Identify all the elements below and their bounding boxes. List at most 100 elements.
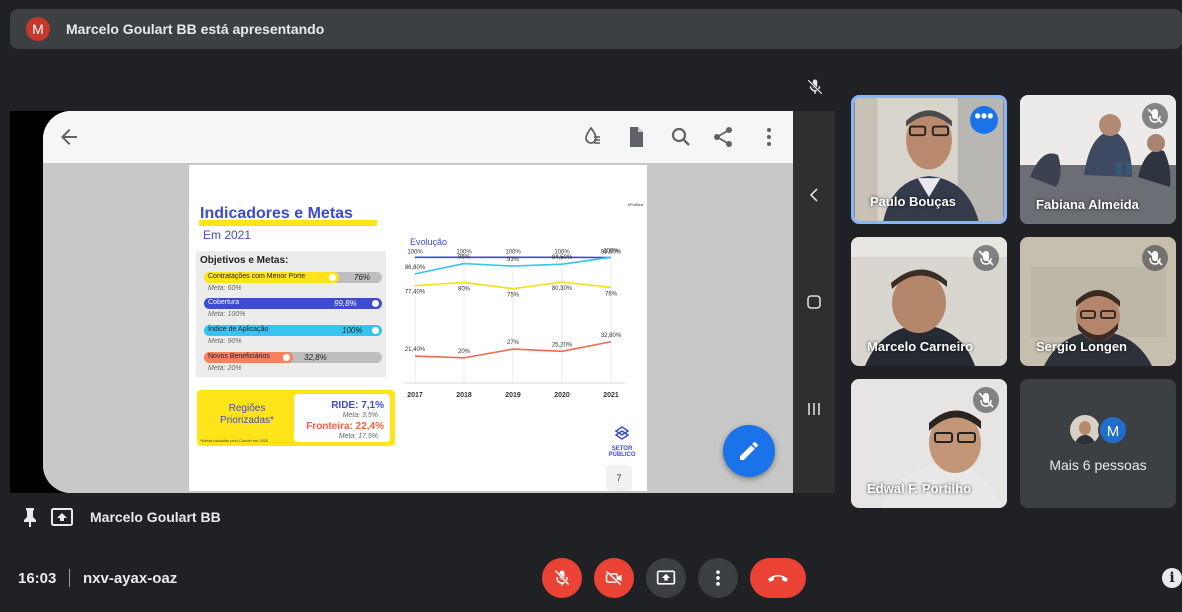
microphone-toggle-button[interactable] bbox=[542, 558, 582, 598]
document-icon[interactable] bbox=[624, 125, 648, 149]
participant-tile[interactable]: ••• Paulo Bouças bbox=[851, 95, 1007, 224]
objective-label: Novos Beneficiários bbox=[208, 353, 270, 360]
objective-bar: Índice de Aplicação 100% bbox=[204, 325, 382, 336]
brand-label: SETOR PÚBLICO bbox=[608, 446, 636, 458]
objective-label: Índice de Aplicação bbox=[208, 326, 269, 333]
x-tick-label: 2021 bbox=[603, 392, 619, 399]
data-label: 32,80% bbox=[601, 333, 622, 339]
data-label: 20% bbox=[458, 349, 471, 355]
participant-name: Marcelo Carneiro bbox=[867, 339, 974, 354]
participant-name: Paulo Bouças bbox=[870, 194, 956, 209]
pencil-icon bbox=[740, 442, 758, 460]
shared-device-screen: Indicadores e Metas Em 2021 #Pública Obj… bbox=[43, 111, 835, 493]
reading-mode-icon[interactable] bbox=[579, 125, 603, 149]
edit-fab-button[interactable] bbox=[723, 425, 775, 477]
data-label: 25,20% bbox=[552, 342, 573, 348]
objective-bar: Cobertura 99,8% bbox=[204, 298, 382, 309]
participant-tile[interactable]: Sergio Longen bbox=[1020, 237, 1176, 366]
objective-bar: Novos Beneficiários 32,8% bbox=[204, 352, 382, 363]
x-tick-label: 2017 bbox=[407, 392, 423, 399]
x-tick-label: 2019 bbox=[505, 392, 521, 399]
meeting-info-button[interactable]: i bbox=[1162, 568, 1182, 588]
more-vert-icon bbox=[716, 570, 720, 586]
more-people-tile[interactable]: M Mais 6 pessoas bbox=[1020, 379, 1176, 508]
pdf-viewer-canvas: Indicadores e Metas Em 2021 #Pública Obj… bbox=[43, 163, 793, 493]
participant-tile[interactable]: Fabiana Almeida bbox=[1020, 95, 1176, 224]
presenter-avatar: M bbox=[26, 17, 50, 41]
objectives-title: Objetivos e Metas: bbox=[200, 255, 289, 266]
more-vert-icon[interactable] bbox=[757, 125, 781, 149]
x-tick-label: 2020 bbox=[554, 392, 570, 399]
mic-off-icon bbox=[973, 245, 999, 271]
objective-knob bbox=[372, 300, 379, 307]
fronteira-value: Fronteira: 22,4% bbox=[306, 421, 384, 432]
objective-knob bbox=[283, 354, 290, 361]
present-now-button[interactable] bbox=[646, 558, 686, 598]
search-icon[interactable] bbox=[669, 125, 693, 149]
bank-logo-icon bbox=[615, 426, 629, 440]
regions-values: RIDE: 7,1% Meta: 3,5% Fronteira: 22,4% M… bbox=[294, 394, 390, 442]
data-label: 86,80% bbox=[405, 265, 426, 271]
nav-recents-icon[interactable] bbox=[806, 401, 822, 417]
nav-home-icon[interactable] bbox=[806, 294, 822, 310]
regions-note: *Metas iniciadas pelo Condel em 2020 bbox=[200, 438, 269, 443]
pdf-viewer-toolbar bbox=[43, 111, 793, 163]
objective-knob bbox=[329, 274, 336, 281]
evolution-line-chart: 2017 2018 2019 2020 2021100% 100% 100% 100% 99,8… bbox=[403, 248, 625, 399]
objective-bar: Contratações com Menor Porte 76% bbox=[204, 272, 382, 283]
pin-icon[interactable] bbox=[22, 507, 38, 527]
objective-meta: Meta: 20% bbox=[208, 365, 242, 372]
data-label: 93% bbox=[507, 257, 520, 263]
objective-value: 76% bbox=[354, 273, 371, 282]
tile-options-button[interactable]: ••• bbox=[970, 106, 998, 134]
data-label: 95% bbox=[458, 255, 471, 261]
presenting-text: Marcelo Goulart BB está apresentando bbox=[66, 21, 325, 37]
nav-back-icon[interactable] bbox=[806, 187, 822, 203]
objective-meta: Meta: 100% bbox=[208, 311, 246, 318]
x-tick-label: 2018 bbox=[456, 392, 472, 399]
data-label: 100% bbox=[407, 249, 423, 255]
objective-label: Cobertura bbox=[208, 299, 240, 306]
participant-avatar bbox=[1070, 415, 1100, 445]
ride-meta: Meta: 3,5% bbox=[342, 412, 378, 419]
data-label: 21,40% bbox=[405, 347, 426, 353]
data-label: 100% bbox=[505, 249, 521, 255]
participant-tile[interactable]: Edwal F. Portilho bbox=[851, 379, 1007, 508]
objective-label: Contratações com Menor Porte bbox=[208, 273, 306, 280]
regions-title: Regiões Priorizadas* bbox=[220, 403, 274, 426]
presenter-name: Marcelo Goulart BB bbox=[90, 509, 221, 525]
share-icon[interactable] bbox=[711, 125, 735, 149]
data-label: 80% bbox=[458, 286, 471, 292]
data-label: 27% bbox=[507, 340, 520, 346]
objective-value: 100% bbox=[342, 326, 363, 335]
page-number: 7 bbox=[606, 465, 632, 491]
regions-panel: Regiões Priorizadas* RIDE: 7,1% Meta: 3,… bbox=[197, 390, 395, 446]
hang-up-icon bbox=[768, 575, 788, 582]
footer-divider bbox=[69, 569, 70, 587]
slide-title: Indicadores e Metas bbox=[200, 205, 353, 222]
presentation-stage: Indicadores e Metas Em 2021 #Pública Obj… bbox=[10, 111, 835, 493]
mic-off-icon bbox=[807, 79, 823, 95]
present-screen-icon bbox=[656, 570, 676, 585]
objective-value: 32,8% bbox=[304, 353, 327, 362]
participant-name: Fabiana Almeida bbox=[1036, 197, 1139, 212]
participant-tile[interactable]: Marcelo Carneiro bbox=[851, 237, 1007, 366]
mic-off-icon bbox=[554, 569, 570, 586]
meeting-code[interactable]: nxv-ayax-oaz bbox=[83, 570, 177, 587]
meeting-clock: 16:03 bbox=[18, 570, 57, 587]
presenting-banner: M Marcelo Goulart BB está apresentando bbox=[10, 9, 1182, 49]
android-nav-bar bbox=[793, 111, 835, 493]
mic-off-icon bbox=[973, 387, 999, 413]
objective-value: 99,8% bbox=[334, 299, 357, 308]
more-options-button[interactable] bbox=[698, 558, 738, 598]
data-label: 100% bbox=[603, 248, 619, 254]
leave-call-button[interactable] bbox=[750, 558, 806, 598]
data-label: 75% bbox=[507, 293, 520, 299]
participant-avatar-letter: M bbox=[1098, 415, 1128, 445]
data-label: 77,40% bbox=[405, 290, 426, 296]
data-label: 76% bbox=[605, 291, 618, 297]
participant-name: Edwal F. Portilho bbox=[867, 481, 972, 496]
objectives-panel: Objetivos e Metas: Contratações com Meno… bbox=[196, 251, 386, 377]
camera-toggle-button[interactable] bbox=[594, 558, 634, 598]
back-arrow-icon[interactable] bbox=[57, 125, 81, 149]
